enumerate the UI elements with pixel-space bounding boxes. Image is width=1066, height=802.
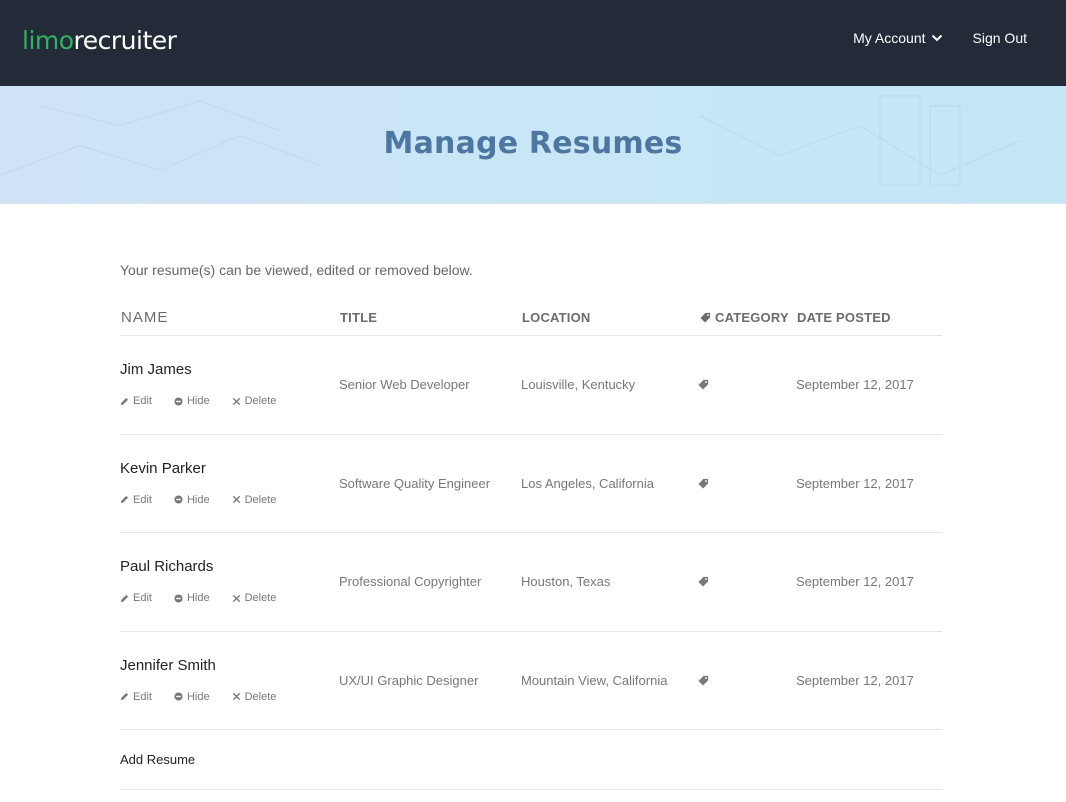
tag-icon [700,312,711,323]
header-title: TITLE [340,310,378,325]
close-icon [232,594,240,602]
page-banner: Manage Resumes [0,86,1066,204]
edit-button[interactable]: Edit [120,494,152,506]
row-actions: Edit Hide Delete [120,691,298,703]
resume-name[interactable]: Kevin Parker [120,460,206,477]
pencil-icon [120,692,129,701]
resume-location: Louisville, Kentucky [521,377,636,392]
sign-out-link[interactable]: Sign Out [973,30,1027,46]
edit-button[interactable]: Edit [120,691,152,703]
delete-button[interactable]: Delete [232,395,277,407]
page-title: Manage Resumes [383,126,683,161]
edit-button[interactable]: Edit [120,395,152,407]
resume-location: Houston, Texas [521,574,611,589]
header-category-label: CATEGORY [715,310,789,325]
my-account-menu[interactable]: My Account [853,30,942,46]
table-row: Jennifer Smith Edit Hide Delete UX/UI Gr… [120,632,942,730]
category-tag-icon [698,674,709,689]
resume-location: Los Angeles, California [521,475,654,491]
brand-logo-part2: recruiter [73,26,177,55]
hide-label: Hide [186,493,210,506]
resume-date-posted: September 12, 2017 [796,377,914,392]
table-header: NAME TITLE LOCATION CATEGORY DATE POSTED [120,309,942,336]
category-tag-icon [698,575,709,590]
hide-button[interactable]: Hide [174,395,210,407]
delete-button[interactable]: Delete [232,690,277,703]
my-account-label: My Account [853,30,926,46]
pencil-icon [120,495,129,504]
delete-label: Delete [244,690,277,703]
edit-label: Edit [133,690,152,703]
add-resume-row: Add Resume [120,730,942,790]
minus-circle-icon [174,396,183,406]
pencil-icon [120,594,129,602]
resume-location: Mountain View, California [521,672,668,688]
chevron-down-icon [931,34,942,42]
minus-circle-icon [174,495,183,504]
edit-button[interactable]: Edit [120,592,152,604]
close-icon [232,495,240,504]
delete-label: Delete [244,592,277,604]
resume-title: Senior Web Developer [339,377,470,392]
resume-title: UX/UI Graphic Designer [339,672,479,688]
row-actions: Edit Hide Delete [120,494,298,506]
edit-label: Edit [133,592,152,604]
top-navbar: limorecruiter My Account Sign Out [0,0,1066,86]
hide-button[interactable]: Hide [174,691,210,703]
add-resume-link[interactable]: Add Resume [120,752,195,767]
category-tag-icon [698,378,709,393]
delete-label: Delete [244,493,277,506]
resume-name[interactable]: Paul Richards [120,558,213,575]
header-category: CATEGORY [700,310,789,325]
row-actions: Edit Hide Delete [120,395,298,407]
hide-label: Hide [186,395,210,407]
resume-name[interactable]: Jennifer Smith [120,657,216,674]
resume-list: Jim James Edit Hide Delete Senior Web De… [120,336,942,730]
edit-label: Edit [133,395,152,407]
row-actions: Edit Hide Delete [120,592,298,604]
intro-text: Your resume(s) can be viewed, edited or … [120,262,473,278]
edit-label: Edit [133,493,152,506]
close-icon [232,692,240,701]
resume-date-posted: September 12, 2017 [796,574,914,589]
table-row: Kevin Parker Edit Hide Delete Software Q… [120,435,942,533]
nav-links: My Account Sign Out [853,30,1027,46]
brand-logo[interactable]: limorecruiter [22,26,177,55]
delete-button[interactable]: Delete [232,493,277,506]
minus-circle-icon [174,692,183,701]
delete-button[interactable]: Delete [232,592,277,604]
resume-date-posted: September 12, 2017 [796,672,914,688]
resume-name[interactable]: Jim James [120,361,192,378]
minus-circle-icon [174,593,183,603]
resume-title: Professional Copyrighter [339,574,482,589]
hide-label: Hide [186,690,210,703]
table-row: Jim James Edit Hide Delete Senior Web De… [120,336,942,435]
pencil-icon [120,397,129,405]
header-location: LOCATION [522,310,591,325]
resume-date-posted: September 12, 2017 [796,475,914,491]
close-icon [232,397,240,405]
brand-logo-part1: limo [22,26,74,55]
hide-button[interactable]: Hide [174,592,210,604]
header-name: NAME [121,309,169,326]
hide-label: Hide [186,592,210,604]
resume-title: Software Quality Engineer [339,475,491,491]
hide-button[interactable]: Hide [174,494,210,506]
table-row: Paul Richards Edit Hide Delete Professio… [120,533,942,632]
category-tag-icon [698,477,709,492]
header-date-posted: DATE POSTED [797,310,891,325]
delete-label: Delete [244,395,277,407]
